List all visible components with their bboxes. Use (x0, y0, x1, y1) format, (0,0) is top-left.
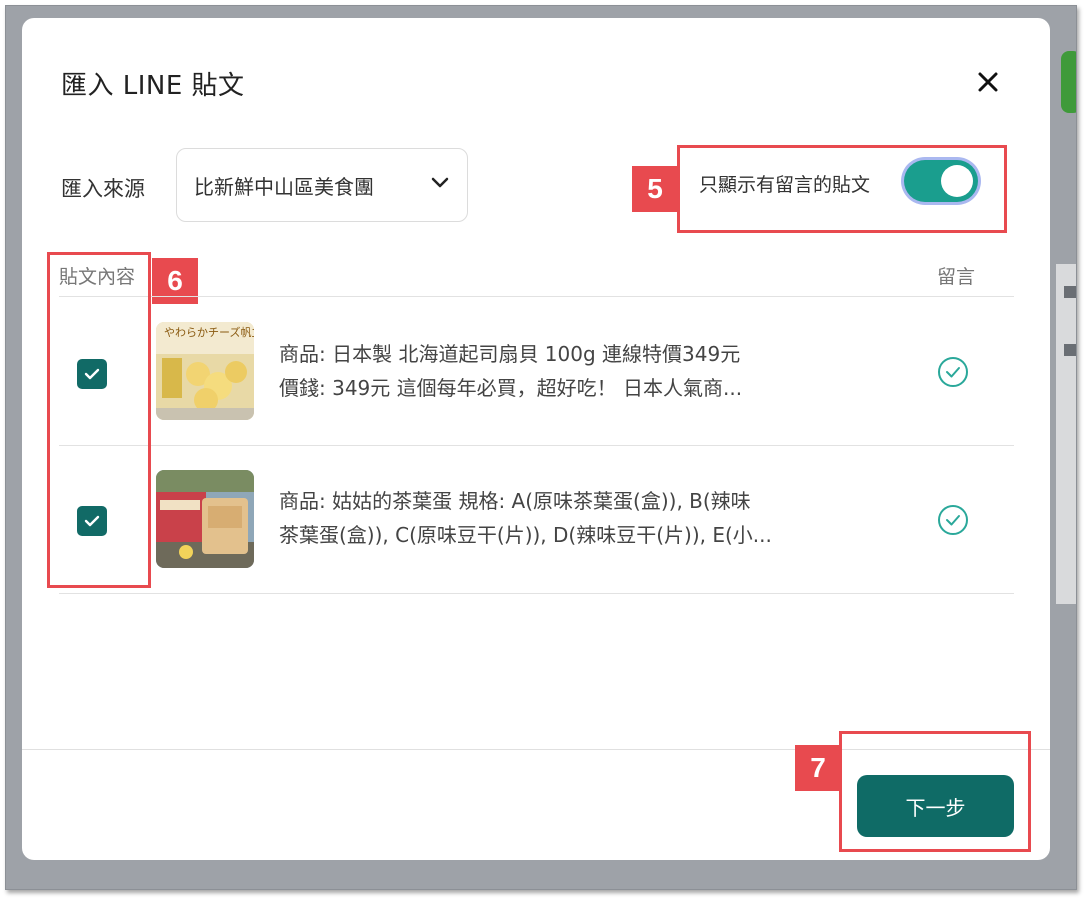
source-select[interactable]: 比新鮮中山區美食團 (176, 148, 468, 222)
import-line-posts-dialog: 匯入 LINE 貼文 匯入來源 比新鮮中山區美食團 5 只顯示有留言的貼文 貼文… (22, 18, 1050, 860)
post-text-line2: 價錢: 349元 這個每年必買，超好吃！ 日本人氣商... (279, 376, 743, 400)
post-text-line2: 茶葉蛋(盒)), C(原味豆干(片)), D(辣味豆干(片)), E(小... (279, 523, 772, 547)
close-icon (978, 72, 998, 92)
comment-filter-toggle[interactable] (904, 160, 978, 202)
source-select-value: 比新鮮中山區美食團 (194, 174, 374, 199)
post-thumbnail (156, 470, 254, 568)
row-divider (59, 593, 1014, 594)
annotation-badge-5: 5 (632, 166, 678, 212)
check-circle-icon (938, 357, 968, 387)
table-row[interactable]: やわらかチーズ帆立 商品: 日本製 北海道起司扇貝 100g 連線特價349元 … (59, 297, 1014, 445)
dialog-title: 匯入 LINE 貼文 (61, 71, 245, 101)
background-button (1061, 51, 1076, 113)
annotation-badge-7: 7 (795, 745, 841, 791)
annotation-box-6 (47, 252, 151, 588)
close-button[interactable] (970, 64, 1006, 100)
column-header-comment: 留言 (937, 266, 976, 288)
check-circle-icon (938, 505, 968, 535)
post-text-line1: 商品: 姑姑的茶葉蛋 規格: A(原味茶葉蛋(盒)), B(辣味 (279, 489, 751, 513)
next-step-button[interactable]: 下一步 (857, 775, 1014, 837)
post-text-line1: 商品: 日本製 北海道起司扇貝 100g 連線特價349元 (279, 342, 741, 366)
source-label: 匯入來源 (61, 177, 145, 201)
toggle-knob (941, 165, 973, 197)
background-table-edge (1056, 264, 1076, 604)
thumb-text: やわらかチーズ帆立 (164, 325, 254, 339)
chevron-down-icon (431, 177, 449, 188)
post-text: 商品: 日本製 北海道起司扇貝 100g 連線特價349元 價錢: 349元 這… (279, 337, 839, 405)
table-row[interactable]: 商品: 姑姑的茶葉蛋 規格: A(原味茶葉蛋(盒)), B(辣味 茶葉蛋(盒))… (59, 446, 1014, 594)
post-thumbnail: やわらかチーズ帆立 (156, 322, 254, 420)
filter-label: 只顯示有留言的貼文 (699, 174, 871, 196)
post-text: 商品: 姑姑的茶葉蛋 規格: A(原味茶葉蛋(盒)), B(辣味 茶葉蛋(盒))… (279, 484, 839, 552)
